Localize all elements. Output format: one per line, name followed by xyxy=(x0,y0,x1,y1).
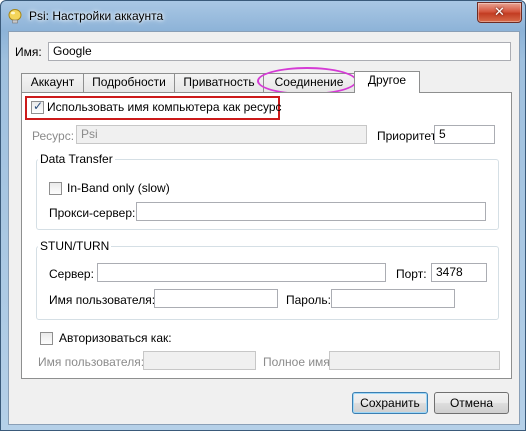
name-input[interactable]: Google xyxy=(48,42,511,61)
stun-password-label: Пароль: xyxy=(286,293,331,307)
use-computer-name-checkbox[interactable] xyxy=(31,99,44,114)
proxy-input[interactable] xyxy=(136,202,486,221)
tab-details[interactable]: Подробности xyxy=(83,73,175,92)
server-input[interactable] xyxy=(97,263,386,282)
port-label: Порт: xyxy=(396,267,427,281)
save-button[interactable]: Сохранить xyxy=(352,392,428,414)
port-input[interactable]: 3478 xyxy=(431,263,487,282)
stun-username-label: Имя пользователя: xyxy=(49,293,156,307)
connection-tab-highlight xyxy=(257,67,357,95)
data-transfer-title: Data Transfer xyxy=(38,152,115,166)
title-bar[interactable]: Psi: Настройки аккаунта ✕ xyxy=(1,1,525,31)
authorize-label: Авторизоваться как: xyxy=(59,331,172,345)
close-button[interactable]: ✕ xyxy=(477,2,522,23)
server-label: Сервер: xyxy=(49,267,94,281)
authorize-checkbox[interactable] xyxy=(40,332,53,345)
tab-account[interactable]: Аккаунт xyxy=(21,73,84,92)
resource-label: Ресурс: xyxy=(32,129,75,143)
account-settings-window: Psi: Настройки аккаунта ✕ Имя: Google Ак… xyxy=(0,0,526,431)
window-title: Psi: Настройки аккаунта xyxy=(29,9,164,23)
tab-privacy[interactable]: Приватность xyxy=(174,73,264,92)
use-computer-name-label: Использовать имя компьютера как ресурс xyxy=(47,100,282,114)
close-icon: ✕ xyxy=(494,4,505,19)
dialog-client-area: Имя: Google Аккаунт Подробности Приватно… xyxy=(8,31,520,425)
tab-other[interactable]: Другое xyxy=(354,71,420,93)
priority-input[interactable]: 5 xyxy=(434,125,495,144)
cancel-button[interactable]: Отмена xyxy=(434,392,509,414)
stun-password-input[interactable] xyxy=(331,289,455,308)
authorize-username-label: Имя пользователя: xyxy=(38,355,145,369)
inband-checkbox[interactable] xyxy=(49,182,62,195)
psi-app-icon xyxy=(8,9,22,24)
resource-input[interactable]: Psi xyxy=(76,125,367,144)
name-label: Имя: xyxy=(15,45,42,59)
stun-turn-group xyxy=(36,246,499,320)
stun-turn-title: STUN/TURN xyxy=(38,239,112,253)
inband-label: In-Band only (slow) xyxy=(67,181,170,195)
proxy-label: Прокси-сервер: xyxy=(49,206,136,220)
priority-label: Приоритет: xyxy=(377,129,440,143)
authorize-username-input[interactable] xyxy=(143,351,256,370)
tab-panel-other: Использовать имя компьютера как ресурс Р… xyxy=(21,92,512,379)
stun-username-input[interactable] xyxy=(154,289,278,308)
authorize-fullname-input[interactable] xyxy=(329,351,500,370)
authorize-fullname-label: Полное имя: xyxy=(263,355,334,369)
